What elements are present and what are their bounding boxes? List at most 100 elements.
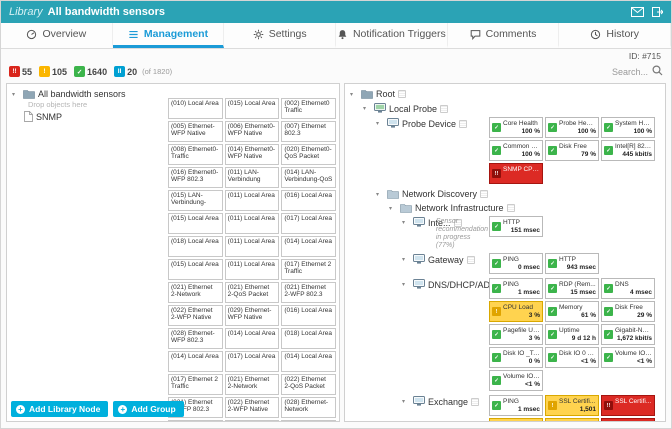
sensor-count-error[interactable]: !! 55 <box>9 66 32 77</box>
expander-icon[interactable]: ▾ <box>402 398 410 405</box>
library-sensor-item[interactable]: (022) Ethernet 2-WFP Native <box>224 397 280 418</box>
sensor-chip-cpu-load[interactable]: !CPU Load1 % <box>489 418 543 421</box>
tab-notification-triggers[interactable]: Notification Triggers <box>336 23 448 48</box>
node-label[interactable]: Root <box>376 89 395 99</box>
library-sensor-item[interactable]: (011) Local Area <box>224 259 280 280</box>
expander-icon[interactable]: ▾ <box>402 256 410 263</box>
library-sensor-item[interactable]: (011) Local Area <box>224 190 280 211</box>
library-sensor-item[interactable]: (021) Ethernet 2-Network <box>224 374 280 395</box>
sensor-chip-disk-io-0-c[interactable]: ✓ Disk IO 0 C... <1 % <box>545 347 599 368</box>
expander-icon[interactable]: ▾ <box>402 281 410 288</box>
expander-icon[interactable]: ▾ <box>402 219 410 226</box>
library-sensor-item[interactable]: (016) Local Area <box>281 190 336 211</box>
library-sensor-item[interactable]: (028) Ethernet-Network <box>281 397 336 418</box>
tab-settings[interactable]: Settings <box>224 23 337 48</box>
options-icon[interactable] <box>466 255 475 264</box>
library-sensor-item[interactable]: (017) Ethernet 2 Traffic <box>281 259 336 280</box>
sensor-count-warning[interactable]: ! 105 <box>39 66 67 77</box>
library-sensor-item[interactable]: (014) LAN-Verbindung-QoS <box>281 167 336 188</box>
node-label[interactable]: Network Infrastructure <box>415 203 504 213</box>
expander-icon[interactable]: ▾ <box>363 105 371 112</box>
library-sensor-item[interactable]: (028) Ethernet-WFP 802.3 <box>168 328 223 349</box>
library-sensor-item[interactable]: (015) Local Area <box>168 213 223 234</box>
sensor-chip-core-health[interactable]: ✓ Core Health 100 % <box>489 117 543 138</box>
library-sensor-item[interactable]: (014) Ethernet0-WFP Native <box>224 144 280 165</box>
library-sensor-item[interactable]: (022) Ethernet 2-QoS Packet <box>281 374 336 395</box>
sensor-chip-ssl-securi[interactable]: !SSL Securi...Weak Proto... <box>545 418 599 421</box>
library-sensor-item[interactable]: (014) Local Area <box>281 236 336 257</box>
library-sensor-item[interactable]: (014) Local Area <box>168 351 223 372</box>
sensor-count-ok[interactable]: ✓ 1640 <box>74 66 107 77</box>
library-sensor-item[interactable]: (018) Local Area <box>168 236 223 257</box>
search-icon[interactable] <box>652 63 663 81</box>
sensor-chip-http[interactable]: ✓ HTTP 151 msec <box>489 216 543 237</box>
options-icon[interactable] <box>506 204 515 212</box>
sensor-chip-ssl-certifi[interactable]: ! SSL Certifi... 1,501 <box>545 395 599 416</box>
tab-comments[interactable]: Comments <box>448 23 560 48</box>
sensor-chip-disk-io-to[interactable]: ✓ Disk IO _To... 0 % <box>489 347 543 368</box>
add-group-button[interactable]: + Add Group <box>113 401 184 417</box>
node-label[interactable]: Gateway <box>428 255 464 265</box>
sensor-chip-ping[interactable]: ✓ PING 1 msec <box>489 278 543 299</box>
library-sensor-item[interactable]: (011) LAN-Verbindung <box>224 167 280 188</box>
expander-icon[interactable]: ▾ <box>376 120 384 127</box>
library-node-snmp[interactable]: SNMP <box>10 109 168 123</box>
sensor-chip-memory[interactable]: ✓ Memory 61 % <box>545 301 599 322</box>
node-label[interactable]: DNS/DHCP/ADS <box>428 280 496 290</box>
node-label[interactable]: Exchange <box>428 397 468 407</box>
expander-icon[interactable]: ▾ <box>389 205 397 212</box>
sensor-chip-system-he[interactable]: ✓ System He... 100 % <box>601 117 655 138</box>
sensor-chip-disk-free[interactable]: ✓ Disk Free 29 % <box>601 301 655 322</box>
library-sensor-item[interactable]: (020) Ethernet0-QoS Packet <box>281 144 336 165</box>
library-sensor-item[interactable]: (015) Local Area <box>168 259 223 280</box>
node-label[interactable]: Probe Device <box>402 119 456 129</box>
options-icon[interactable] <box>480 190 489 198</box>
library-sensor-item[interactable]: (017) Local Area <box>281 213 336 234</box>
tab-history[interactable]: History <box>559 23 672 48</box>
sensor-chip-rdp-rem[interactable]: ✓ RDP (Rem... 15 msec <box>545 278 599 299</box>
options-icon[interactable] <box>398 90 407 98</box>
library-sensor-item[interactable]: (021) Ethernet 2-Network <box>168 282 223 303</box>
expander-icon[interactable]: ▾ <box>350 91 358 98</box>
tab-overview[interactable]: Overview <box>1 23 113 48</box>
library-sensor-item[interactable]: (014) Local Area <box>281 351 336 372</box>
library-sensor-item[interactable]: (029) Ethernet-WFP Native <box>224 305 280 326</box>
expander-icon[interactable]: ▾ <box>376 191 384 198</box>
sensor-chip-dns[interactable]: ✓ DNS 4 msec <box>601 278 655 299</box>
library-sensor-item[interactable]: (011) Local Area <box>224 236 280 257</box>
options-icon[interactable] <box>471 397 480 406</box>
library-sensor-item[interactable]: (016) Ethernet0-WFP 802.3 <box>168 167 223 188</box>
sensor-chip-http[interactable]: ✓ HTTP 943 msec <box>545 253 599 274</box>
node-label[interactable]: Network Discovery <box>402 189 477 199</box>
library-sensor-item[interactable]: (015) LAN-Verbindung- <box>168 190 223 211</box>
sensor-chip-ping[interactable]: ✓ PING 1 msec <box>489 395 543 416</box>
logout-icon[interactable] <box>652 7 663 17</box>
sensor-chip-intel-r-825[interactable]: ✓ Intel[R] 825... 445 kbit/s <box>601 140 655 161</box>
library-sensor-item[interactable]: (019) Local Area <box>281 420 336 421</box>
library-sensor-item[interactable]: (022) Ethernet 2-WFP Native <box>168 305 223 326</box>
sensor-chip-uptime[interactable]: ✓ Uptime 9 d 12 h <box>545 324 599 345</box>
library-sensor-item[interactable]: (015) Local Area <box>224 98 280 119</box>
node-label[interactable]: Local Probe <box>389 104 437 114</box>
library-sensor-item[interactable]: (017) Local Area <box>224 351 280 372</box>
library-sensor-item[interactable]: (014) Local Area <box>224 328 280 349</box>
sensor-chip-common-s[interactable]: ✓ Common S... 100 % <box>489 140 543 161</box>
library-sensor-item[interactable]: (021) Ethernet 2-QoS Packet <box>224 282 280 303</box>
search-input[interactable] <box>538 66 648 77</box>
library-sensor-item[interactable]: (021) Ethernet 2-WFP 802.3 <box>281 282 336 303</box>
library-sensor-item[interactable]: (018) Local Area <box>281 328 336 349</box>
library-sensor-item[interactable]: (005) Ethernet-WFP Native <box>168 121 223 142</box>
mail-icon[interactable] <box>631 7 644 17</box>
sensor-chip-ping[interactable]: ✓ PING 0 msec <box>489 253 543 274</box>
library-sensor-item[interactable]: (011) Local Area <box>224 213 280 234</box>
library-sensor-item[interactable]: (016) Local Area <box>281 305 336 326</box>
sensor-chip-disk-free[interactable]: ✓ Disk Free 79 % <box>545 140 599 161</box>
sensor-chip-pagefile-us[interactable]: ✓ Pagefile Us... 3 % <box>489 324 543 345</box>
library-sensor-item[interactable]: (010) Local Area <box>168 98 223 119</box>
sensor-chip-probe-heal[interactable]: ✓ Probe Heal... 100 % <box>545 117 599 138</box>
sensor-chip-cpu-load[interactable]: ! CPU Load 3 % <box>489 301 543 322</box>
sensor-chip-gigabit-net[interactable]: ✓ Gigabit-Net... 1,672 kbit/s <box>601 324 655 345</box>
options-icon[interactable] <box>440 104 449 113</box>
sensor-count-paused[interactable]: II 20 <box>114 66 137 77</box>
expander-icon[interactable]: ▾ <box>12 91 20 98</box>
